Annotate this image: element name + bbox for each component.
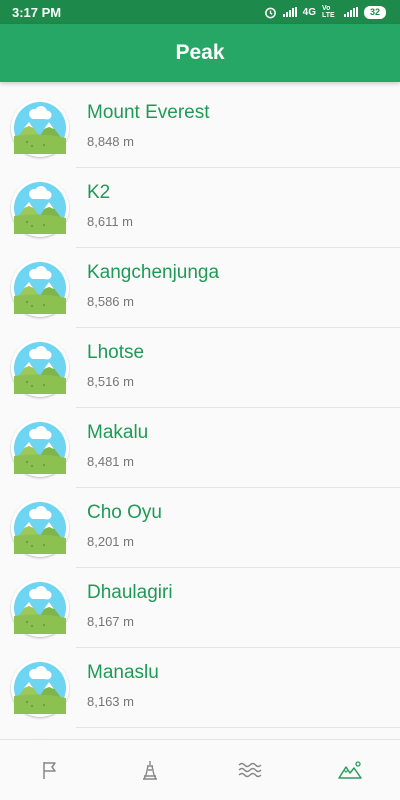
battery-icon: 32 bbox=[363, 5, 386, 19]
peak-row[interactable]: Dhaulagiri 8,167 m bbox=[0, 568, 400, 648]
peak-height: 8,516 m bbox=[87, 374, 134, 389]
status-time: 3:17 PM bbox=[12, 4, 62, 20]
peak-name: Manaslu bbox=[87, 662, 159, 683]
peak-height: 8,586 m bbox=[87, 294, 134, 309]
alarm-icon bbox=[264, 7, 276, 18]
peak-row[interactable]: Mount Everest 8,848 m bbox=[0, 88, 400, 168]
peak-name: Lhotse bbox=[87, 342, 145, 363]
signal-icon bbox=[282, 7, 297, 17]
mountain-avatar-icon bbox=[11, 339, 69, 397]
peak-row[interactable]: Manaslu 8,163 m bbox=[0, 648, 400, 728]
status-bar: 3:17 PM 4G Vo LTE 32 bbox=[0, 0, 400, 24]
peak-height: 8,611 m bbox=[87, 214, 134, 229]
peak-height: 8,481 m bbox=[87, 454, 134, 469]
peak-text: Cho Oyu 8,201 m bbox=[87, 502, 162, 550]
mountain-avatar-icon bbox=[11, 99, 69, 157]
peak-name: K2 bbox=[87, 182, 111, 203]
flag-icon bbox=[43, 762, 56, 779]
peak-name: Dhaulagiri bbox=[87, 582, 173, 603]
signal-icon-2 bbox=[343, 7, 358, 17]
peak-list[interactable]: Mount Everest 8,848 m K2 8,611 m Kangche… bbox=[0, 88, 400, 740]
peak-text: Makalu 8,481 m bbox=[87, 422, 148, 470]
peak-text: Mount Everest 8,848 m bbox=[87, 102, 210, 150]
peak-name: Kangchenjunga bbox=[87, 262, 220, 283]
nav-tower[interactable] bbox=[120, 750, 180, 790]
peak-text: K2 8,611 m bbox=[87, 182, 133, 230]
mountain-avatar-icon bbox=[11, 659, 69, 717]
waves-icon bbox=[238, 762, 262, 778]
tower-icon bbox=[143, 761, 157, 780]
peak-row[interactable]: Makalu 8,481 m bbox=[0, 408, 400, 488]
bottom-nav bbox=[0, 739, 400, 800]
peak-row[interactable]: K2 8,611 m bbox=[0, 168, 400, 248]
nav-flag[interactable] bbox=[20, 750, 80, 790]
status-icons: 4G Vo LTE 32 bbox=[264, 5, 386, 19]
volte-label: Vo LTE bbox=[321, 5, 335, 19]
app-bar: Peak bbox=[0, 24, 400, 82]
peak-text: Kangchenjunga 8,586 m bbox=[87, 262, 219, 310]
mountain-avatar-icon bbox=[11, 499, 69, 557]
mountain-avatar-icon bbox=[11, 259, 69, 317]
peak-name: Makalu bbox=[87, 422, 149, 443]
nav-waves[interactable] bbox=[220, 750, 280, 790]
peak-height: 8,848 m bbox=[87, 134, 134, 149]
peak-text: Lhotse 8,516 m bbox=[87, 342, 144, 390]
peak-height: 8,163 m bbox=[87, 694, 134, 709]
mountain-avatar-icon bbox=[11, 579, 69, 637]
peak-row[interactable]: Cho Oyu 8,201 m bbox=[0, 488, 400, 568]
network-type: 4G bbox=[302, 6, 316, 18]
mountain-avatar-icon bbox=[11, 179, 69, 237]
peak-name: Mount Everest bbox=[87, 102, 210, 123]
mountain-avatar-icon bbox=[11, 419, 69, 477]
peak-text: Manaslu 8,163 m bbox=[87, 662, 159, 710]
peak-row[interactable]: Lhotse 8,516 m bbox=[0, 328, 400, 408]
peak-name: Cho Oyu bbox=[87, 502, 162, 523]
mountain-icon bbox=[338, 761, 362, 779]
nav-mountain[interactable] bbox=[320, 750, 380, 790]
page-title: Peak bbox=[175, 41, 225, 64]
peak-height: 8,201 m bbox=[87, 534, 134, 549]
peak-text: Dhaulagiri 8,167 m bbox=[87, 582, 173, 630]
peak-height: 8,167 m bbox=[87, 614, 134, 629]
peak-row[interactable]: Kangchenjunga 8,586 m bbox=[0, 248, 400, 328]
